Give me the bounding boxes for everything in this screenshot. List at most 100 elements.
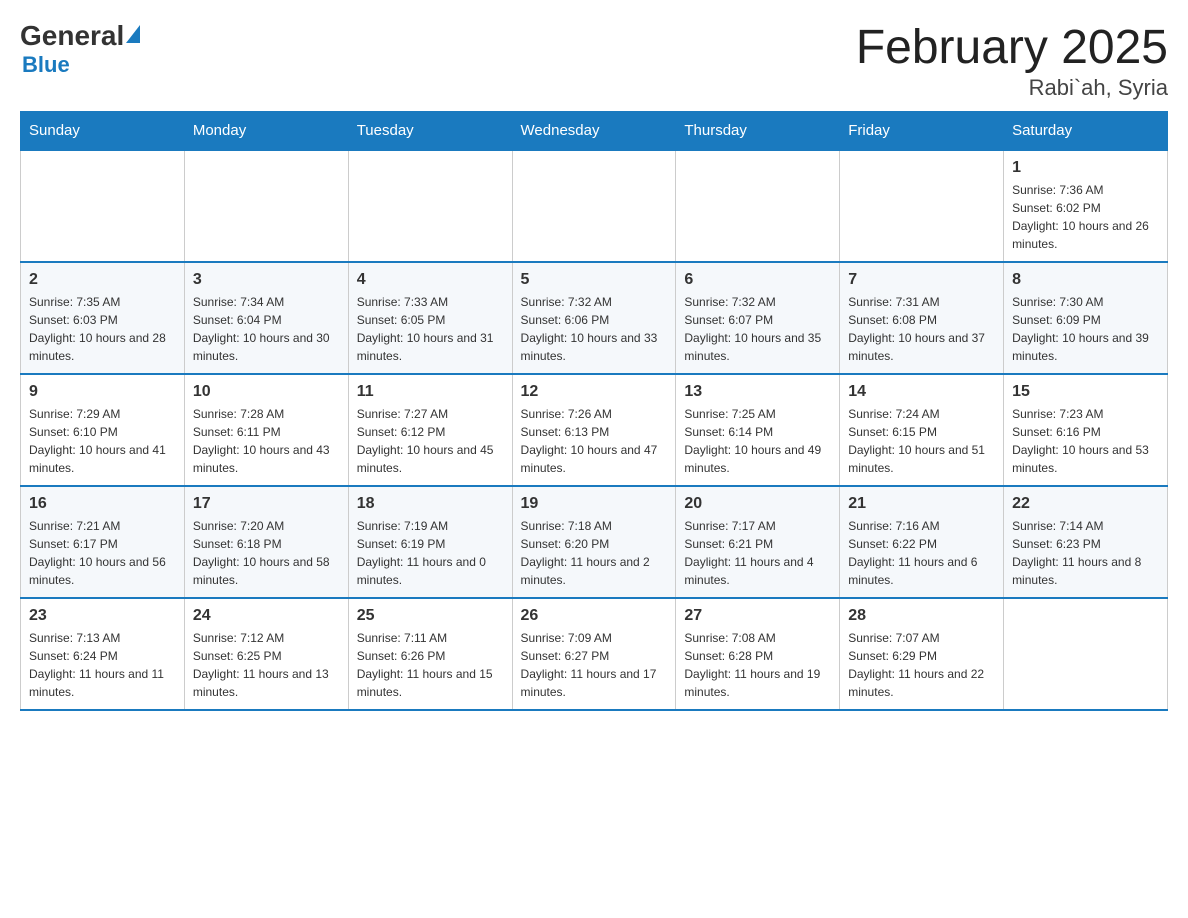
- day-info: Sunrise: 7:11 AMSunset: 6:26 PMDaylight:…: [357, 629, 504, 701]
- day-number: 14: [848, 383, 995, 401]
- logo-blue-text: Blue: [22, 52, 70, 78]
- day-info: Sunrise: 7:26 AMSunset: 6:13 PMDaylight:…: [521, 405, 668, 477]
- day-number: 20: [684, 495, 831, 513]
- day-info: Sunrise: 7:27 AMSunset: 6:12 PMDaylight:…: [357, 405, 504, 477]
- day-number: 28: [848, 607, 995, 625]
- day-number: 23: [29, 607, 176, 625]
- day-number: 21: [848, 495, 995, 513]
- day-info: Sunrise: 7:16 AMSunset: 6:22 PMDaylight:…: [848, 517, 995, 589]
- calendar-cell: 11 Sunrise: 7:27 AMSunset: 6:12 PMDayligh…: [348, 374, 512, 486]
- calendar-cell: 8 Sunrise: 7:30 AMSunset: 6:09 PMDaylight…: [1004, 262, 1168, 374]
- calendar-cell: 20 Sunrise: 7:17 AMSunset: 6:21 PMDayligh…: [676, 486, 840, 598]
- day-info: Sunrise: 7:12 AMSunset: 6:25 PMDaylight:…: [193, 629, 340, 701]
- day-info: Sunrise: 7:09 AMSunset: 6:27 PMDaylight:…: [521, 629, 668, 701]
- day-number: 27: [684, 607, 831, 625]
- calendar-cell: 15 Sunrise: 7:23 AMSunset: 6:16 PMDayligh…: [1004, 374, 1168, 486]
- day-number: 8: [1012, 271, 1159, 289]
- day-info: Sunrise: 7:14 AMSunset: 6:23 PMDaylight:…: [1012, 517, 1159, 589]
- day-number: 4: [357, 271, 504, 289]
- calendar-cell: 21 Sunrise: 7:16 AMSunset: 6:22 PMDayligh…: [840, 486, 1004, 598]
- day-info: Sunrise: 7:28 AMSunset: 6:11 PMDaylight:…: [193, 405, 340, 477]
- day-number: 25: [357, 607, 504, 625]
- calendar-cell: 26 Sunrise: 7:09 AMSunset: 6:27 PMDayligh…: [512, 598, 676, 710]
- day-info: Sunrise: 7:21 AMSunset: 6:17 PMDaylight:…: [29, 517, 176, 589]
- day-info: Sunrise: 7:17 AMSunset: 6:21 PMDaylight:…: [684, 517, 831, 589]
- col-monday: Monday: [184, 112, 348, 151]
- day-number: 3: [193, 271, 340, 289]
- day-info: Sunrise: 7:23 AMSunset: 6:16 PMDaylight:…: [1012, 405, 1159, 477]
- page-title: February 2025: [856, 20, 1168, 75]
- calendar-cell: 18Sunrise: 7:19 AMSunset: 6:19 PMDayligh…: [348, 486, 512, 598]
- day-info: Sunrise: 7:18 AMSunset: 6:20 PMDaylight:…: [521, 517, 668, 589]
- calendar-table: Sunday Monday Tuesday Wednesday Thursday…: [20, 111, 1168, 711]
- day-number: 22: [1012, 495, 1159, 513]
- day-number: 19: [521, 495, 668, 513]
- day-number: 18: [357, 495, 504, 513]
- day-info: Sunrise: 7:34 AMSunset: 6:04 PMDaylight:…: [193, 293, 340, 365]
- calendar-cell: [676, 150, 840, 262]
- calendar-cell: [184, 150, 348, 262]
- calendar-cell: 28 Sunrise: 7:07 AMSunset: 6:29 PMDayligh…: [840, 598, 1004, 710]
- day-number: 16: [29, 495, 176, 513]
- day-number: 17: [193, 495, 340, 513]
- calendar-cell: [1004, 598, 1168, 710]
- calendar-header-row: Sunday Monday Tuesday Wednesday Thursday…: [21, 112, 1168, 151]
- day-number: 26: [521, 607, 668, 625]
- col-friday: Friday: [840, 112, 1004, 151]
- calendar-cell: [840, 150, 1004, 262]
- day-info: Sunrise: 7:29 AMSunset: 6:10 PMDaylight:…: [29, 405, 176, 477]
- calendar-cell: 5 Sunrise: 7:32 AMSunset: 6:06 PMDaylight…: [512, 262, 676, 374]
- day-number: 11: [357, 383, 504, 401]
- day-info: Sunrise: 7:07 AMSunset: 6:29 PMDaylight:…: [848, 629, 995, 701]
- day-info: Sunrise: 7:20 AMSunset: 6:18 PMDaylight:…: [193, 517, 340, 589]
- calendar-cell: 24 Sunrise: 7:12 AMSunset: 6:25 PMDayligh…: [184, 598, 348, 710]
- calendar-cell: 4 Sunrise: 7:33 AMSunset: 6:05 PMDaylight…: [348, 262, 512, 374]
- day-number: 5: [521, 271, 668, 289]
- calendar-cell: [348, 150, 512, 262]
- calendar-cell: 22 Sunrise: 7:14 AMSunset: 6:23 PMDayligh…: [1004, 486, 1168, 598]
- logo-general-text: General: [20, 20, 124, 52]
- col-thursday: Thursday: [676, 112, 840, 151]
- calendar-week-row: 16 Sunrise: 7:21 AMSunset: 6:17 PMDayligh…: [21, 486, 1168, 598]
- logo: General Blue: [20, 20, 140, 78]
- day-info: Sunrise: 7:31 AMSunset: 6:08 PMDaylight:…: [848, 293, 995, 365]
- day-number: 15: [1012, 383, 1159, 401]
- calendar-cell: [21, 150, 185, 262]
- day-info: Sunrise: 7:30 AMSunset: 6:09 PMDaylight:…: [1012, 293, 1159, 365]
- calendar-cell: 10 Sunrise: 7:28 AMSunset: 6:11 PMDayligh…: [184, 374, 348, 486]
- calendar-cell: 16 Sunrise: 7:21 AMSunset: 6:17 PMDayligh…: [21, 486, 185, 598]
- day-number: 24: [193, 607, 340, 625]
- day-info: Sunrise: 7:08 AMSunset: 6:28 PMDaylight:…: [684, 629, 831, 701]
- calendar-cell: 12Sunrise: 7:26 AMSunset: 6:13 PMDayligh…: [512, 374, 676, 486]
- day-info: Sunrise: 7:32 AMSunset: 6:06 PMDaylight:…: [521, 293, 668, 365]
- calendar-cell: 23Sunrise: 7:13 AMSunset: 6:24 PMDayligh…: [21, 598, 185, 710]
- calendar-cell: 1Sunrise: 7:36 AMSunset: 6:02 PMDaylight…: [1004, 150, 1168, 262]
- day-number: 7: [848, 271, 995, 289]
- calendar-cell: 9 Sunrise: 7:29 AMSunset: 6:10 PMDaylight…: [21, 374, 185, 486]
- day-info: Sunrise: 7:25 AMSunset: 6:14 PMDaylight:…: [684, 405, 831, 477]
- calendar-cell: 13 Sunrise: 7:25 AMSunset: 6:14 PMDayligh…: [676, 374, 840, 486]
- day-info: Sunrise: 7:35 AMSunset: 6:03 PMDaylight:…: [29, 293, 176, 365]
- col-tuesday: Tuesday: [348, 112, 512, 151]
- day-number: 10: [193, 383, 340, 401]
- col-sunday: Sunday: [21, 112, 185, 151]
- day-number: 6: [684, 271, 831, 289]
- col-saturday: Saturday: [1004, 112, 1168, 151]
- day-info: Sunrise: 7:32 AMSunset: 6:07 PMDaylight:…: [684, 293, 831, 365]
- logo-triangle-icon: [126, 25, 140, 43]
- page-header: General Blue February 2025 Rabi`ah, Syri…: [20, 20, 1168, 101]
- calendar-week-row: 1Sunrise: 7:36 AMSunset: 6:02 PMDaylight…: [21, 150, 1168, 262]
- title-block: February 2025 Rabi`ah, Syria: [856, 20, 1168, 101]
- calendar-cell: 3 Sunrise: 7:34 AMSunset: 6:04 PMDaylight…: [184, 262, 348, 374]
- calendar-week-row: 9 Sunrise: 7:29 AMSunset: 6:10 PMDaylight…: [21, 374, 1168, 486]
- calendar-cell: 14Sunrise: 7:24 AMSunset: 6:15 PMDayligh…: [840, 374, 1004, 486]
- day-number: 9: [29, 383, 176, 401]
- calendar-cell: 19 Sunrise: 7:18 AMSunset: 6:20 PMDayligh…: [512, 486, 676, 598]
- calendar-cell: 17 Sunrise: 7:20 AMSunset: 6:18 PMDayligh…: [184, 486, 348, 598]
- day-info: Sunrise: 7:33 AMSunset: 6:05 PMDaylight:…: [357, 293, 504, 365]
- calendar-cell: [512, 150, 676, 262]
- calendar-cell: 2 Sunrise: 7:35 AMSunset: 6:03 PMDaylight…: [21, 262, 185, 374]
- day-number: 13: [684, 383, 831, 401]
- day-number: 1: [1012, 159, 1159, 177]
- day-number: 2: [29, 271, 176, 289]
